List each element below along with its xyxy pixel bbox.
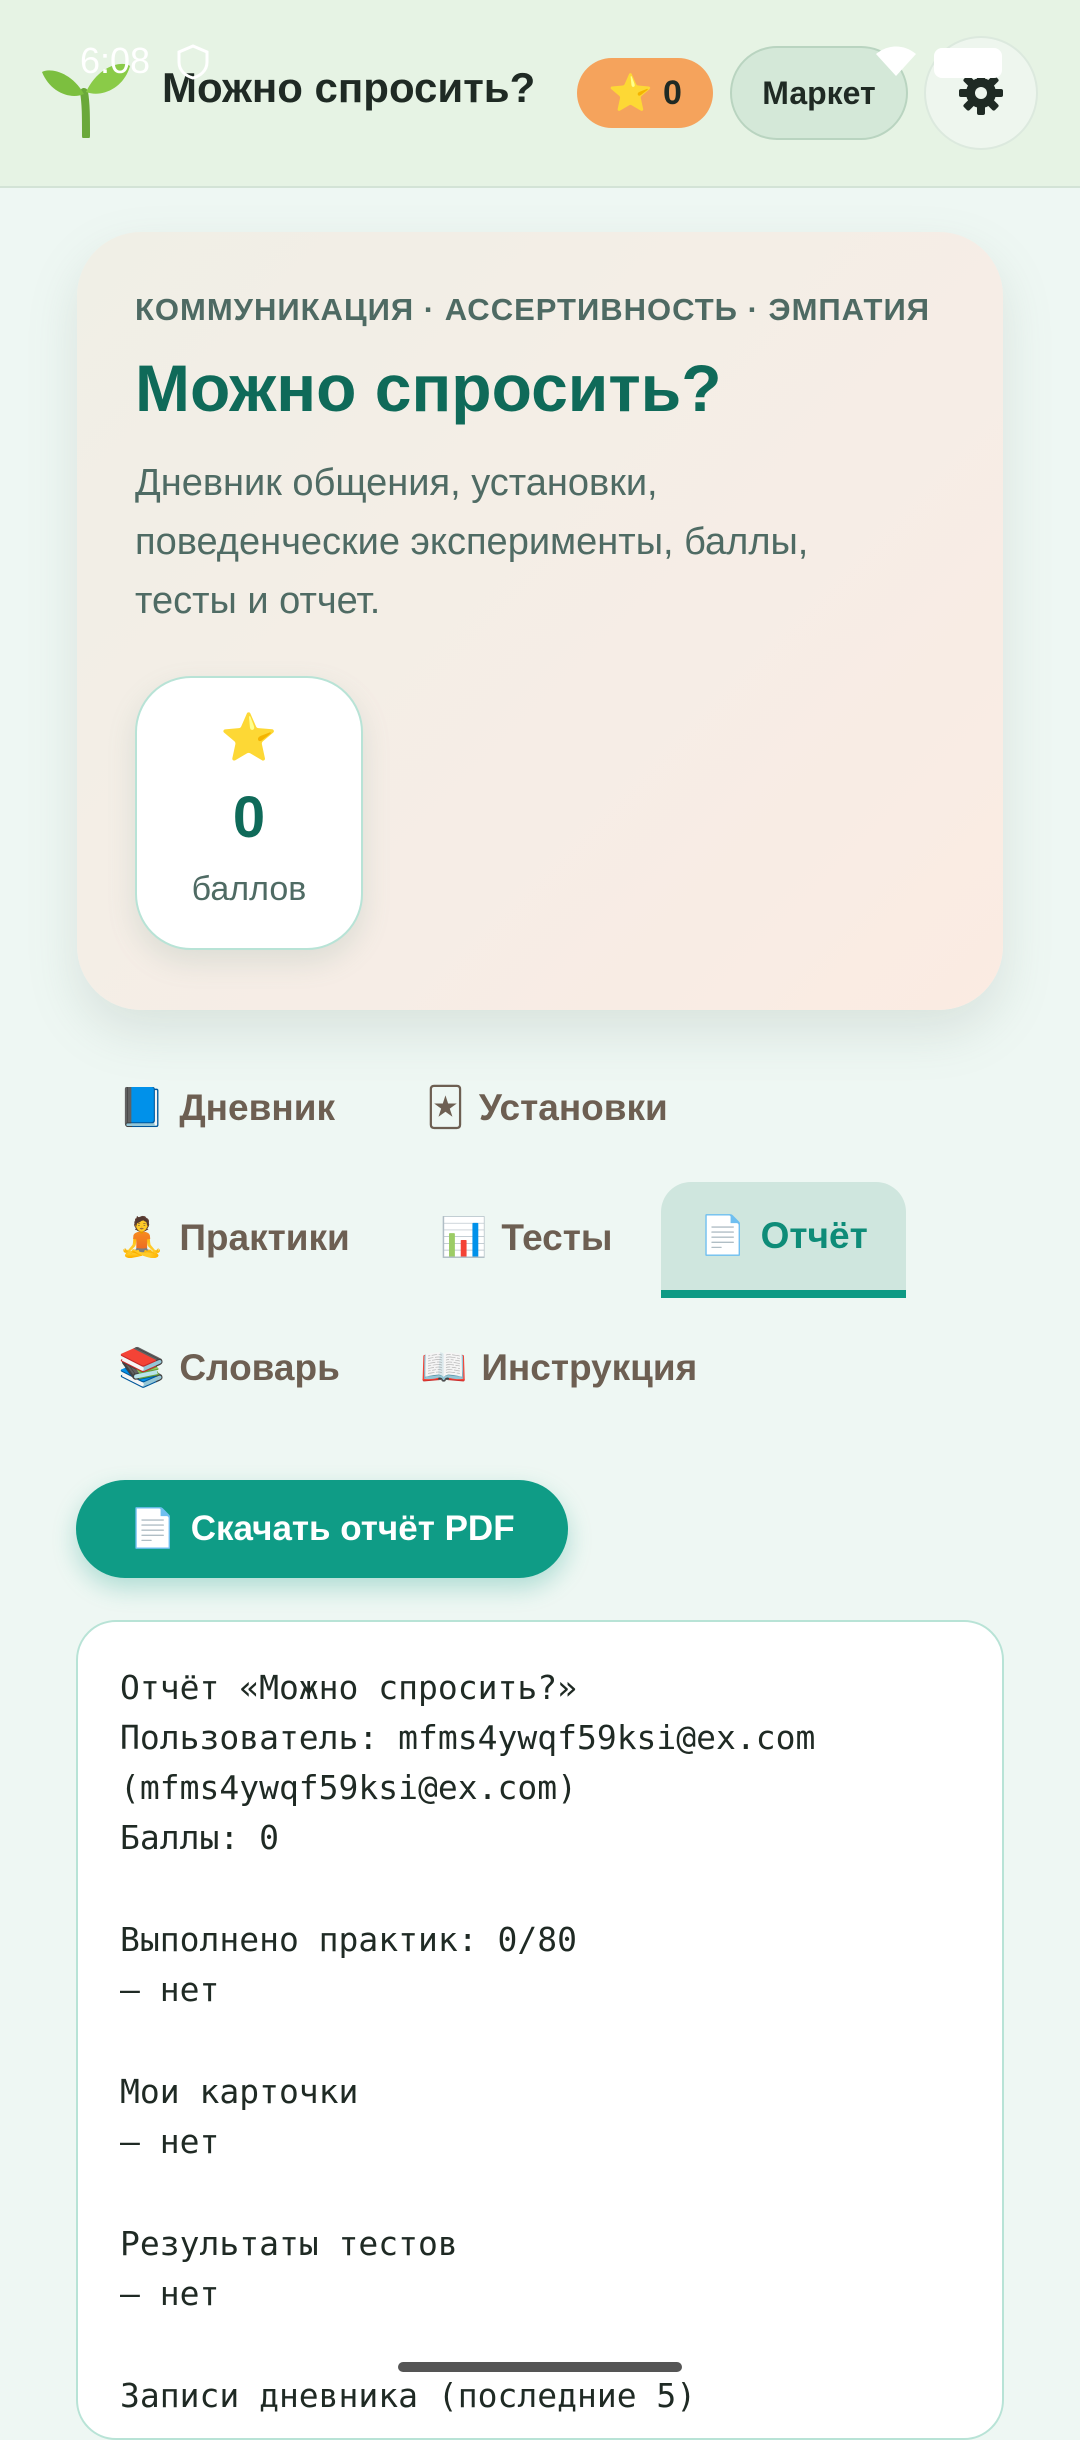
download-pdf-label: Скачать отчёт PDF xyxy=(190,1509,515,1548)
open-book-icon: 📖 xyxy=(420,1347,468,1389)
report-line: — нет xyxy=(120,2122,220,2161)
blue-book-icon: 📘 xyxy=(118,1087,166,1129)
points-badge[interactable]: ⭐ 0 xyxy=(577,58,713,128)
hero-description: Дневник общения, установки, поведенчески… xyxy=(135,462,809,622)
tab-label: Практики xyxy=(179,1217,350,1258)
status-time: 6:08 xyxy=(80,40,151,81)
app-title: Можно спросить? xyxy=(162,64,536,111)
home-indicator[interactable] xyxy=(398,2362,682,2372)
report-line: Мои карточки xyxy=(120,2072,359,2111)
tab-label: Установки xyxy=(478,1087,668,1128)
meditation-icon: 🧘 xyxy=(118,1217,166,1259)
tab-label: Тесты xyxy=(501,1217,613,1258)
report-line: Пользователь: mfms4ywqf59ksi@ex.com xyxy=(120,1718,816,1757)
star-icon: ⭐ xyxy=(608,72,653,113)
books-icon: 📚 xyxy=(118,1347,166,1389)
report-line: Результаты тестов xyxy=(120,2224,458,2263)
tab-tests[interactable]: 📊 Тесты xyxy=(440,1180,612,1296)
points-value: 0 xyxy=(662,73,682,112)
hero-kicker: КОММУНИКАЦИЯ · АССЕРТИВНОСТЬ · ЭМПАТИЯ xyxy=(135,292,931,327)
tab-label: Дневник xyxy=(179,1087,335,1128)
hero-card: КОММУНИКАЦИЯ · АССЕРТИВНОСТЬ · ЭМПАТИЯ М… xyxy=(77,232,1003,1010)
tab-instructions[interactable]: 📖 Инструкция xyxy=(420,1310,697,1426)
report-panel: Отчёт «Можно спросить?» Пользователь: mf… xyxy=(76,1620,1004,2440)
score-value: 0 xyxy=(232,785,266,850)
download-pdf-button[interactable]: 📄 Скачать отчёт PDF xyxy=(76,1480,568,1578)
report-line: Отчёт «Можно спросить?» xyxy=(120,1668,577,1707)
report-line: Выполнено практик: 0/80 xyxy=(120,1920,577,1959)
star-icon: ⭐ xyxy=(220,711,278,763)
score-card: ⭐ 0 баллов xyxy=(135,676,363,950)
tab-report[interactable]: 📄 Отчёт xyxy=(661,1182,906,1298)
tab-label: Отчёт xyxy=(760,1215,868,1256)
tab-practices[interactable]: 🧘 Практики xyxy=(118,1180,350,1296)
wifi-icon xyxy=(876,46,916,76)
report-line: Записи дневника (последние 5) xyxy=(120,2376,697,2415)
joker-card-icon: 🃏 xyxy=(426,1087,465,1129)
report-line: (mfms4ywqf59ksi@ex.com) xyxy=(120,1768,577,1807)
shield-icon xyxy=(177,44,209,80)
document-icon: 📄 xyxy=(129,1508,177,1550)
tab-label: Инструкция xyxy=(481,1347,698,1388)
tab-beliefs[interactable]: 🃏 Установки xyxy=(426,1050,668,1166)
document-icon: 📄 xyxy=(699,1215,747,1257)
score-label: баллов xyxy=(191,870,307,908)
hero-title: Можно спросить? xyxy=(135,351,722,425)
tab-glossary[interactable]: 📚 Словарь xyxy=(118,1310,340,1426)
tab-label: Словарь xyxy=(179,1347,340,1388)
tab-diary[interactable]: 📘 Дневник xyxy=(118,1050,335,1166)
report-line: — нет xyxy=(120,2274,220,2313)
battery-icon xyxy=(934,48,1002,78)
bar-chart-icon: 📊 xyxy=(440,1217,488,1259)
app-bar: Можно спросить? ⭐ 0 Маркет xyxy=(0,0,1080,188)
report-line: — нет xyxy=(120,1970,220,2009)
report-line: Баллы: 0 xyxy=(120,1818,279,1857)
